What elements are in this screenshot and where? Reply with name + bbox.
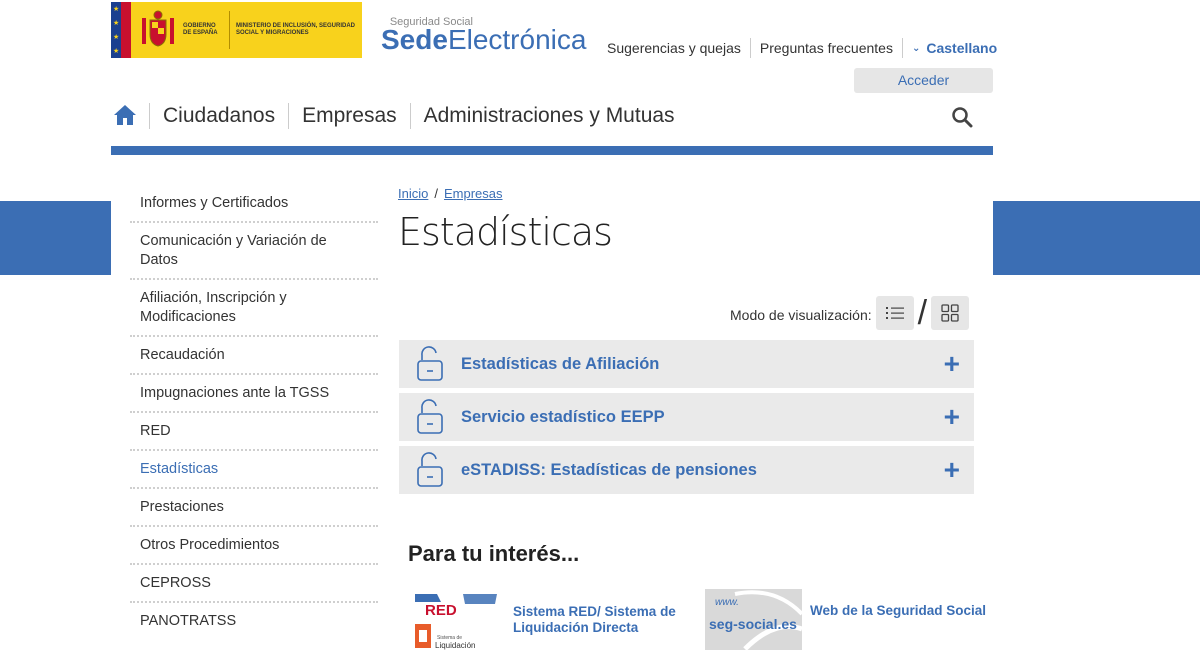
card-title: Sistema RED/ Sistema de Liquidación Dire… bbox=[513, 604, 676, 635]
breadcrumb: Inicio / Empresas bbox=[398, 186, 503, 201]
sugerencias-link[interactable]: Sugerencias y quejas bbox=[598, 38, 751, 58]
accordion-title: Servicio estadístico EEPP bbox=[461, 407, 665, 426]
breadcrumb-empresas[interactable]: Empresas bbox=[444, 186, 503, 201]
unlock-icon bbox=[415, 452, 445, 488]
breadcrumb-inicio[interactable]: Inicio bbox=[398, 186, 428, 201]
list-icon bbox=[885, 307, 904, 319]
nav-empresas[interactable]: Empresas bbox=[288, 103, 410, 129]
language-label: Castellano bbox=[926, 40, 998, 56]
coat-of-arms-icon bbox=[139, 8, 177, 52]
card-seg-social[interactable]: www. seg-social.es Web de la Seguridad S… bbox=[705, 589, 1000, 650]
list-view-button[interactable] bbox=[875, 296, 914, 330]
grid-view-button[interactable] bbox=[931, 296, 970, 330]
home-icon[interactable] bbox=[113, 103, 139, 129]
sidebar-item-prestaciones[interactable]: Prestaciones bbox=[130, 489, 378, 527]
sidebar-item-informes[interactable]: Informes y Certificados bbox=[130, 185, 378, 223]
eu-flag-strip: ★ ★ ★ ★ bbox=[111, 2, 121, 58]
breadcrumb-separator: / bbox=[434, 186, 438, 201]
sede-logo-light: Electrónica bbox=[447, 24, 587, 55]
sidebar-item-comunicacion[interactable]: Comunicación y Variación de Datos bbox=[130, 223, 378, 280]
chevron-down-icon: ⌄ bbox=[911, 42, 921, 54]
svg-text:seg-social.es: seg-social.es bbox=[709, 616, 797, 632]
accordion-list: Estadísticas de Afiliación + Servicio es… bbox=[399, 340, 974, 499]
plus-icon[interactable]: + bbox=[944, 403, 960, 431]
seg-social-logo-image: www. seg-social.es bbox=[705, 589, 802, 650]
grid-icon bbox=[941, 304, 959, 322]
ministerio-text: MINISTERIO DE INCLUSIÓN, SEGURIDAD SOCIA… bbox=[236, 23, 356, 36]
plus-icon[interactable]: + bbox=[944, 456, 960, 484]
svg-text:RED: RED bbox=[425, 602, 457, 619]
accordion-title: Estadísticas de Afiliación bbox=[461, 354, 660, 373]
accordion-item-estadiss[interactable]: eSTADISS: Estadísticas de pensiones + bbox=[399, 446, 974, 494]
nav-underline-bar bbox=[111, 146, 993, 155]
accordion-item-eepp[interactable]: Servicio estadístico EEPP + bbox=[399, 393, 974, 441]
sidebar-item-cepross[interactable]: CEPROSS bbox=[130, 565, 378, 603]
gobierno-text: GOBIERNO DE ESPAÑA bbox=[183, 23, 218, 36]
spain-flag-strip bbox=[121, 2, 131, 58]
sede-logo-bold: Sede bbox=[381, 24, 448, 55]
unlock-icon bbox=[415, 399, 445, 435]
sidebar-item-impugnaciones[interactable]: Impugnaciones ante la TGSS bbox=[130, 375, 378, 413]
svg-text:Liquidación: Liquidación bbox=[435, 641, 475, 650]
sidebar-item-afiliacion[interactable]: Afiliación, Inscripción y Modificaciones bbox=[130, 280, 378, 337]
logo-divider bbox=[229, 11, 230, 49]
nav-ciudadanos[interactable]: Ciudadanos bbox=[149, 103, 288, 129]
login-button[interactable]: Acceder bbox=[854, 68, 993, 93]
sidebar-menu: Informes y Certificados Comunicación y V… bbox=[130, 185, 378, 639]
view-mode-switcher: Modo de visualización: / bbox=[730, 294, 970, 332]
interest-section-title: Para tu interés... bbox=[408, 541, 580, 566]
language-selector[interactable]: ⌄ Castellano bbox=[903, 40, 997, 56]
unlock-icon bbox=[415, 346, 445, 382]
plus-icon[interactable]: + bbox=[944, 350, 960, 378]
svg-text:www.: www. bbox=[715, 597, 739, 608]
main-nav: Ciudadanos Empresas Administraciones y M… bbox=[111, 98, 993, 134]
sede-electronica-logo[interactable]: Seguridad Social SedeElectrónica bbox=[381, 16, 586, 55]
sidebar-item-red[interactable]: RED bbox=[130, 413, 378, 451]
sidebar-item-recaudacion[interactable]: Recaudación bbox=[130, 337, 378, 375]
view-mode-label: Modo de visualización: bbox=[730, 307, 872, 323]
card-sistema-red[interactable]: RED Sistema de Liquidación Sistema RED/ … bbox=[411, 590, 683, 650]
page-title: Estadísticas bbox=[398, 210, 613, 254]
government-logo[interactable]: ★ ★ ★ ★ GOBIERNO DE ESPAÑA MINISTERIO DE IN… bbox=[111, 2, 362, 58]
red-logo-image: RED Sistema de Liquidación bbox=[411, 590, 501, 650]
card-title: Web de la Seguridad Social bbox=[810, 603, 987, 618]
search-icon[interactable] bbox=[951, 106, 973, 128]
preguntas-frecuentes-link[interactable]: Preguntas frecuentes bbox=[751, 38, 903, 58]
sidebar-item-otros[interactable]: Otros Procedimientos bbox=[130, 527, 378, 565]
sidebar-item-panotratss[interactable]: PANOTRATSS bbox=[130, 603, 378, 639]
view-mode-separator: / bbox=[917, 294, 928, 332]
accordion-item-afiliacion[interactable]: Estadísticas de Afiliación + bbox=[399, 340, 974, 388]
sidebar-item-estadisticas[interactable]: Estadísticas bbox=[130, 451, 378, 489]
accordion-title: eSTADISS: Estadísticas de pensiones bbox=[461, 460, 757, 479]
utility-links: Sugerencias y quejas Preguntas frecuente… bbox=[598, 38, 997, 58]
nav-administraciones[interactable]: Administraciones y Mutuas bbox=[409, 103, 688, 129]
